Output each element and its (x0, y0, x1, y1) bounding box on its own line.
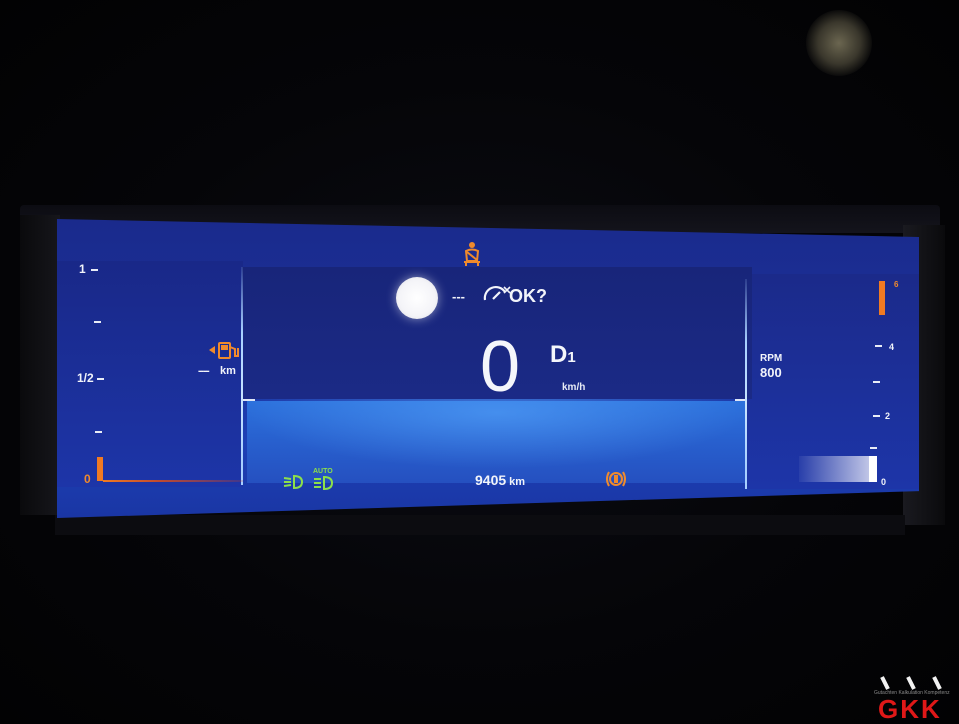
rpm-value: 800 (760, 365, 782, 380)
rpm-tick-4-label: 4 (889, 342, 895, 352)
rpm-tick-6-label: 6 (894, 280, 899, 289)
fuel-full-label: 1 (79, 262, 86, 276)
odometer-value: 9405 (475, 472, 507, 488)
gear-letter: D (550, 341, 568, 368)
rpm-tick-3 (873, 381, 880, 383)
fuel-tick-half (97, 378, 104, 380)
rpm-tick-2-label: 2 (885, 411, 891, 421)
screen-glow (247, 399, 747, 469)
seatbelt-warning-icon (462, 241, 482, 272)
odometer-unit: km (509, 476, 526, 488)
rpm-gauge-pointer-tick (735, 399, 745, 401)
low-beam-icon (282, 474, 304, 495)
rpm-tick-0-label: 0 (881, 477, 887, 487)
fuel-range-dashes: ---- (198, 365, 210, 377)
fuel-range-unit: km (220, 365, 236, 377)
rpm-redline-bar (879, 281, 885, 315)
outside-temp-dashes: --- (452, 289, 465, 304)
rpm-tick-1 (870, 447, 877, 449)
rpm-gauge-line (745, 279, 747, 489)
ceiling-light-glare (806, 10, 872, 76)
auto-headlight-icon (312, 475, 334, 496)
fuel-gauge-line (241, 267, 243, 485)
rpm-tick-2 (873, 415, 880, 417)
sun-icon (396, 277, 438, 319)
fuel-gauge-pointer-tick (243, 399, 255, 401)
gear-number: 1 (567, 349, 576, 366)
odometer: 9405 km (475, 472, 525, 488)
instrument-cluster-display: 1 1/2 0 ---- km --- OK? 0 D1 km/h AUTO 9… (57, 219, 919, 518)
cluster-bezel-left (20, 215, 60, 515)
speed-unit: km/h (562, 382, 586, 393)
fuel-pump-icon (207, 340, 241, 365)
cluster-bezel-bottom (55, 515, 905, 535)
fuel-tick-full (91, 269, 98, 271)
speed-readout: 0 (480, 327, 521, 407)
fuel-tick-1q (95, 431, 102, 433)
fuel-reserve-line (103, 480, 243, 482)
rpm-label: RPM (760, 353, 783, 364)
rpm-level-fill (799, 456, 877, 482)
speed-limit-gauge-icon (482, 283, 512, 308)
rpm-level-marker (869, 456, 877, 482)
photo-scene: 1 1/2 0 ---- km --- OK? 0 D1 km/h AUTO 9… (0, 0, 959, 724)
fuel-level-bar (97, 457, 103, 481)
gear-indicator: D1 (550, 341, 576, 369)
fuel-tick-3q (94, 321, 101, 323)
fuel-half-label: 1/2 (77, 371, 94, 385)
watermark-logo: GKK (878, 694, 942, 724)
speed-limit-confirm-prompt[interactable]: OK? (509, 286, 547, 307)
brake-warning-icon (605, 469, 627, 494)
rpm-tick-4 (875, 345, 882, 347)
fuel-empty-label: 0 (84, 472, 91, 486)
